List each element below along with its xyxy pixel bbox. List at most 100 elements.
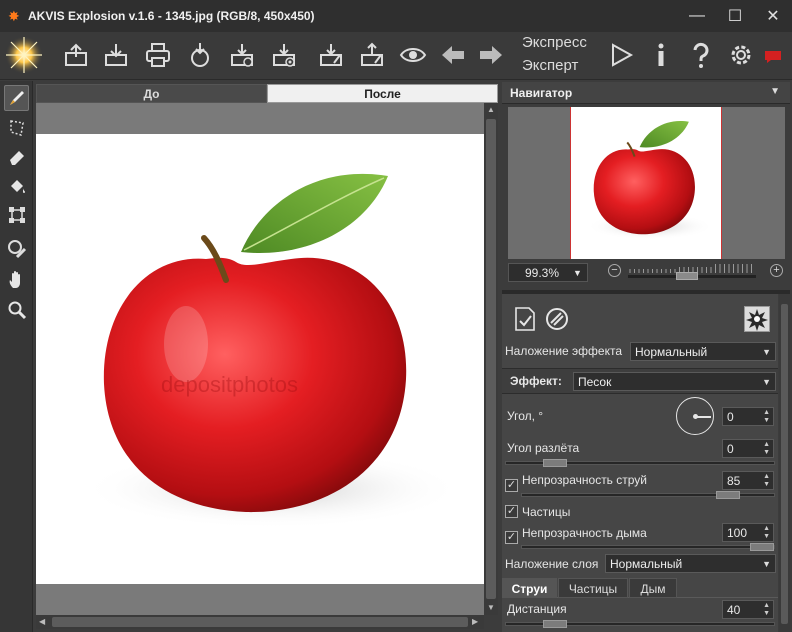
close-button[interactable]: ✕ (754, 0, 792, 32)
hand-icon[interactable] (4, 267, 29, 293)
navigator-title: Навигатор (510, 86, 573, 100)
angle-input[interactable]: 0 ▲ ▼ (722, 407, 774, 426)
chevron-down-icon[interactable]: ▼ (770, 86, 780, 97)
particles-label: Частицы (522, 505, 571, 519)
settings-scrollbar[interactable] (779, 294, 790, 632)
smoke-opacity-input[interactable]: 100 ▲ ▼ (722, 523, 774, 542)
help-icon[interactable] (686, 40, 716, 70)
share-icon[interactable] (185, 40, 215, 70)
save-preset-icon[interactable] (357, 40, 387, 70)
settings-icon[interactable] (726, 40, 756, 70)
distance-label: Дистанция (507, 602, 567, 616)
minimize-button[interactable]: — (678, 0, 716, 32)
horizontal-scroll-thumb[interactable] (52, 617, 468, 627)
tab-smoke[interactable]: Дым (629, 578, 677, 598)
image-tabs: До После (36, 84, 498, 103)
selection-icon[interactable] (4, 114, 29, 140)
stepper-icon[interactable]: ▲ ▼ (763, 441, 770, 457)
maximize-button[interactable]: ☐ (716, 0, 754, 32)
tab-jets[interactable]: Струи (502, 578, 557, 598)
save-icon[interactable] (101, 40, 131, 70)
zoom-in-icon[interactable]: + (770, 264, 783, 277)
redo-icon[interactable] (476, 40, 506, 70)
zoom-slider-thumb[interactable] (675, 272, 698, 280)
tab-particles[interactable]: Частицы (558, 578, 628, 598)
apple-image: depositphotos (36, 134, 484, 584)
zoom-icon[interactable] (4, 297, 29, 323)
tab-before[interactable]: До (36, 84, 267, 103)
smoke-opacity-slider-thumb[interactable] (750, 543, 774, 551)
apply-document-icon[interactable] (512, 306, 538, 332)
spread-slider-thumb[interactable] (542, 459, 567, 467)
tab-after[interactable]: После (267, 84, 498, 103)
effect-value: Песок (578, 375, 612, 389)
effect-blend-select[interactable]: Нормальный ▼ (630, 342, 776, 361)
undo-icon[interactable] (438, 40, 468, 70)
explosion-preset-icon[interactable] (744, 306, 770, 332)
stepper-icon[interactable]: ▲ ▼ (763, 525, 770, 541)
angle-label: Угол, ° (507, 409, 544, 423)
jet-opacity-value: 85 (727, 474, 741, 488)
vertical-scrollbar[interactable]: ▲ ▼ (484, 103, 498, 615)
preferences-icon[interactable] (269, 40, 299, 70)
horizontal-scrollbar[interactable]: ◀ ▶ (36, 615, 484, 629)
open-icon[interactable] (61, 40, 91, 70)
stepper-icon[interactable]: ▲ ▼ (763, 602, 770, 618)
angle-value: 0 (727, 410, 734, 424)
jet-opacity-slider-thumb[interactable] (715, 491, 740, 499)
batch-icon[interactable] (227, 40, 257, 70)
jet-opacity-label: Непрозрачность струй (522, 473, 648, 487)
jet-opacity-checkbox[interactable]: ✓ (505, 479, 518, 492)
brush-icon[interactable] (4, 85, 29, 111)
bucket-icon[interactable] (4, 173, 29, 199)
stepper-icon[interactable]: ▲ ▼ (763, 409, 770, 425)
effect-label: Эффект: (510, 374, 562, 388)
particles-checkbox[interactable]: ✓ (505, 505, 518, 518)
settings-scroll-thumb[interactable] (781, 304, 788, 624)
transform-icon[interactable] (4, 202, 29, 228)
jet-opacity-slider[interactable] (521, 491, 775, 499)
scroll-down-icon[interactable]: ▼ (487, 603, 495, 612)
load-preset-icon[interactable] (316, 40, 346, 70)
scroll-left-icon[interactable]: ◀ (39, 617, 45, 626)
zoom-out-icon[interactable]: − (608, 264, 621, 277)
distance-input[interactable]: 40 ▲ ▼ (722, 600, 774, 619)
smoke-opacity-label: Непрозрачность дыма (522, 526, 647, 540)
preview-icon[interactable] (398, 40, 428, 70)
layer-blend-select[interactable]: Нормальный ▼ (605, 554, 776, 573)
print-icon[interactable] (143, 40, 173, 70)
window-title: AKVIS Explosion v.1.6 - 1345.jpg (RGB/8,… (28, 9, 315, 23)
zoom-controls: 99.3% ▼ − + (508, 263, 785, 283)
zoom-select[interactable]: 99.3% ▼ (508, 263, 588, 282)
distance-slider-thumb[interactable] (542, 620, 567, 628)
distance-slider[interactable] (505, 620, 775, 628)
effect-select[interactable]: Песок ▼ (573, 372, 776, 391)
reset-icon[interactable] (544, 306, 570, 332)
spread-input[interactable]: 0 ▲ ▼ (722, 439, 774, 458)
vertical-scroll-thumb[interactable] (486, 119, 496, 599)
smoke-opacity-checkbox[interactable]: ✓ (505, 531, 518, 544)
layer-blend-label: Наложение слоя (505, 557, 599, 571)
settings-subtabs: Струи Частицы Дым (502, 576, 778, 598)
effect-blend-value: Нормальный (635, 345, 708, 359)
mode-express-button[interactable]: Экспресс (522, 34, 587, 51)
clone-stamp-icon[interactable] (4, 236, 29, 262)
navigator-preview[interactable] (508, 107, 785, 259)
info-icon[interactable] (646, 40, 676, 70)
stepper-icon[interactable]: ▲ ▼ (763, 473, 770, 489)
image-canvas[interactable]: depositphotos (36, 103, 484, 615)
spread-slider[interactable] (505, 459, 775, 467)
svg-text:depositphotos: depositphotos (161, 372, 298, 397)
angle-dial[interactable] (676, 397, 714, 435)
smoke-opacity-slider[interactable] (521, 543, 775, 551)
jet-opacity-input[interactable]: 85 ▲ ▼ (722, 471, 774, 490)
app-logo-icon: ✸ (8, 8, 20, 24)
run-icon[interactable] (606, 40, 636, 70)
navigator-header[interactable]: Навигатор ▼ (502, 82, 790, 104)
mode-expert-button[interactable]: Эксперт (522, 57, 578, 74)
scroll-right-icon[interactable]: ▶ (472, 617, 478, 626)
scroll-up-icon[interactable]: ▲ (487, 105, 495, 114)
news-icon[interactable] (758, 40, 788, 70)
spread-value: 0 (727, 442, 734, 456)
eraser-icon[interactable] (4, 144, 29, 170)
